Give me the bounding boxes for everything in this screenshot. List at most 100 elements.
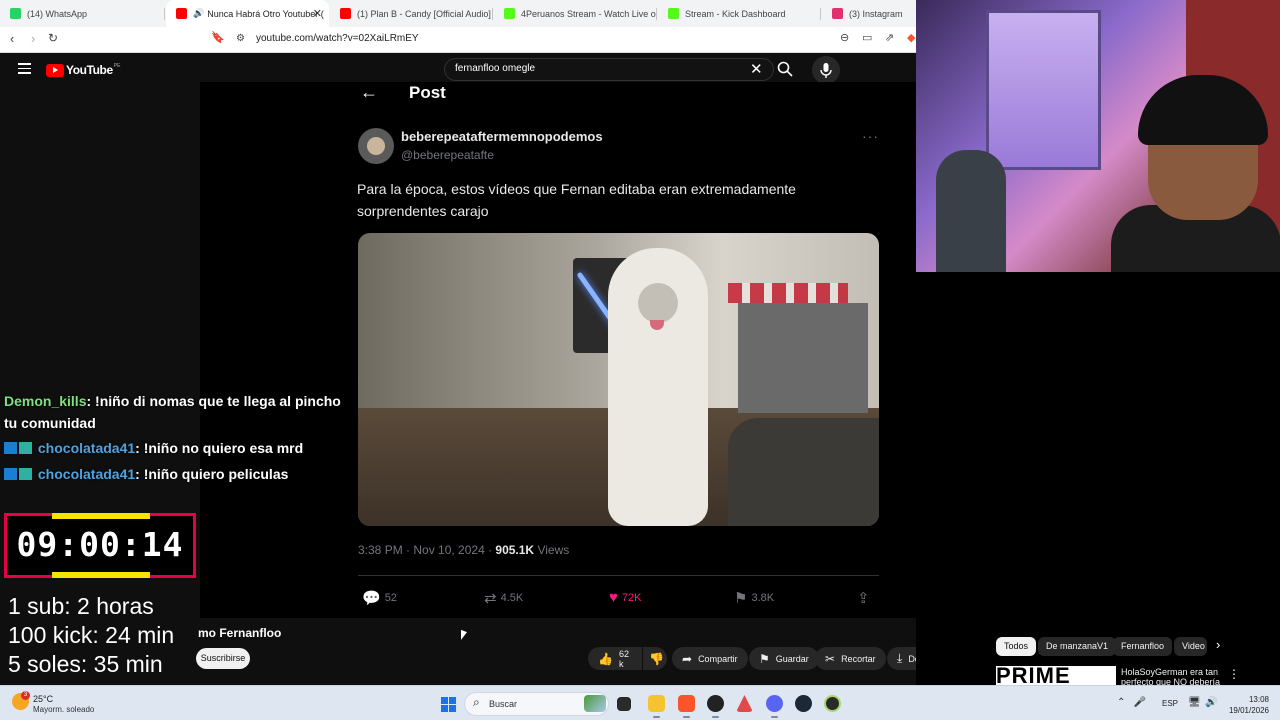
weather-description[interactable]: Mayorm. soleado xyxy=(33,705,94,714)
volume-icon[interactable]: 🔊 xyxy=(1205,697,1217,708)
clear-search-icon[interactable]: ✕ xyxy=(750,60,763,78)
tab-whatsapp[interactable]: (14) WhatsApp xyxy=(0,0,165,27)
youtube-icon xyxy=(340,8,351,19)
tab-instagram[interactable]: (3) Instagram xyxy=(822,0,916,27)
share-stat: ⇪ xyxy=(857,589,870,607)
reco-title[interactable]: HolaSoyGerman era tan perfecto que NO de… xyxy=(1121,667,1221,685)
chat-username: chocolatada41 xyxy=(37,440,136,456)
discord-icon[interactable] xyxy=(766,695,783,718)
reply-icon: 💬 xyxy=(362,590,381,607)
zoom-icon[interactable]: ⊖ xyxy=(840,31,849,44)
cast-icon[interactable]: ▭ xyxy=(862,31,872,44)
chevron-right-icon[interactable]: › xyxy=(1216,637,1220,652)
post-meta: 3:38 PM · Nov 10, 2024 · 905.1K Views xyxy=(358,543,569,557)
tab-title: (14) WhatsApp xyxy=(27,8,88,19)
badge-icon xyxy=(4,442,17,454)
timer-value: 09:00:14 xyxy=(16,525,184,564)
address-bar-row: ‹ › ↻ 🔖 ⚙ youtube.com/watch?v=02XaiLRmEY… xyxy=(0,27,916,53)
post-views-count: 905.1K xyxy=(495,543,535,557)
forward-icon[interactable]: › xyxy=(31,31,35,46)
file-explorer-icon[interactable] xyxy=(648,695,665,718)
like-button[interactable]: 👍 62 k xyxy=(588,647,642,670)
app-icon[interactable] xyxy=(824,695,841,712)
chat-message: chocolatada41: !niño quiero peliculas xyxy=(4,463,288,485)
chat-message: Demon_kills: !niño di nomas que te llega… xyxy=(4,390,349,434)
tab-title: (3) Instagram xyxy=(849,8,903,19)
divider xyxy=(358,575,879,576)
clock-date: 19/01/2026 xyxy=(1228,706,1269,715)
sidebar-area xyxy=(916,272,1280,685)
save-button[interactable]: ⚑ Guardar xyxy=(749,647,819,670)
tab-title: Nunca Habrá Otro Youtuber ( xyxy=(207,8,324,19)
dislike-button[interactable]: 👎 xyxy=(643,647,667,670)
windows-start-icon[interactable] xyxy=(441,697,456,712)
site-info-icon[interactable]: ⚙ xyxy=(236,33,245,44)
voice-search-button[interactable] xyxy=(812,56,840,84)
language-indicator[interactable]: ESP xyxy=(1162,699,1178,708)
chip-all[interactable]: Todos xyxy=(996,637,1037,656)
tab-youtube-active[interactable]: 🔊 Nunca Habrá Otro Youtuber ( ✕ xyxy=(166,0,329,27)
search-icon[interactable] xyxy=(777,61,793,77)
logo-text: YouTube xyxy=(66,63,113,77)
tab-title: (1) Plan B - Candy [Official Audio] - Y xyxy=(357,8,493,19)
brave-browser-icon[interactable] xyxy=(678,695,695,718)
steam-icon[interactable] xyxy=(795,695,812,712)
scissors-icon: ✂ xyxy=(825,651,836,666)
more-vert-icon[interactable]: ⋮ xyxy=(1228,667,1240,681)
share-label: Compartir xyxy=(698,653,738,664)
more-options-icon: ··· xyxy=(862,128,879,144)
youtube-play-icon xyxy=(46,63,64,77)
notification-badge: 3 xyxy=(21,691,30,700)
weather-temperature[interactable]: 25°C xyxy=(33,694,53,704)
reco-thumbnail[interactable]: PRIME xyxy=(996,666,1116,685)
system-tray-icons[interactable]: ⌃ 🎤 xyxy=(1117,697,1146,708)
post-header: Post xyxy=(409,83,446,102)
download-icon: ⤓ xyxy=(897,651,903,665)
youtube-logo[interactable]: YouTube PE xyxy=(46,63,120,77)
post-handle: @beberepeatafte xyxy=(401,148,494,162)
share-button[interactable]: ➦ Compartir xyxy=(672,647,748,670)
url-field[interactable]: youtube.com/watch?v=02XaiLRmEY xyxy=(256,33,419,44)
bookmark-icon: ⚑ xyxy=(734,590,748,607)
tab-title: 4Peruanos Stream - Watch Live on Ki xyxy=(521,8,657,19)
youtube-icon xyxy=(176,8,187,19)
like-stat: ♥ 72K xyxy=(609,589,641,606)
brave-icon[interactable]: ◆ xyxy=(907,31,915,44)
share-icon[interactable]: ⇗ xyxy=(885,31,894,44)
obs-icon[interactable] xyxy=(707,695,724,718)
back-icon[interactable]: ‹ xyxy=(10,31,14,46)
task-view-icon[interactable] xyxy=(617,697,631,711)
goal-line: 100 kick: 24 min xyxy=(8,622,175,648)
back-arrow-icon: ← xyxy=(360,82,378,102)
chat-username: Demon_kills xyxy=(4,393,87,409)
kick-icon xyxy=(668,8,679,19)
search-input[interactable]: fernanfloo omegle xyxy=(455,63,535,74)
close-tab-icon[interactable]: ✕ xyxy=(313,7,322,20)
thumbnail-text: PRIME xyxy=(996,666,1071,685)
taskbar-clock[interactable]: 13:08 19/01/2026 xyxy=(1225,694,1269,716)
search-highlight-icon xyxy=(584,695,606,712)
chip-de-manzana[interactable]: De manzanaV1 xyxy=(1038,637,1117,656)
tab-kick-watch[interactable]: 4Peruanos Stream - Watch Live on Ki xyxy=(494,0,657,27)
save-icon: ⚑ xyxy=(759,651,770,666)
goal-line: 5 soles: 35 min xyxy=(8,651,163,677)
bookmark-icon[interactable]: 🔖 xyxy=(211,31,225,44)
save-label: Guardar xyxy=(775,653,809,664)
menu-icon[interactable] xyxy=(18,63,31,74)
chip-video[interactable]: Video xyxy=(1174,637,1207,656)
share-icon: ➦ xyxy=(682,651,693,666)
post-username: beberepeataftermemnopodemos xyxy=(401,129,603,144)
avatar xyxy=(358,128,394,164)
clip-button[interactable]: ✂ Recortar xyxy=(815,647,886,670)
chat-message: chocolatada41: !niño no quiero esa mrd xyxy=(4,437,303,459)
taskbar-search-placeholder[interactable]: Buscar xyxy=(489,699,517,709)
goal-line: 1 sub: 2 horas xyxy=(8,593,154,619)
network-icon[interactable]: 🖥 xyxy=(1188,697,1201,708)
chip-fernanfloo[interactable]: Fernanfloo xyxy=(1113,637,1173,656)
tab-plan-b[interactable]: (1) Plan B - Candy [Official Audio] - Y xyxy=(330,0,493,27)
tab-kick-dashboard[interactable]: Stream - Kick Dashboard xyxy=(658,0,821,27)
repost-icon: ⇄ xyxy=(484,590,497,607)
subscribe-button[interactable]: Suscribirse xyxy=(196,648,250,669)
reload-icon[interactable]: ↻ xyxy=(48,31,58,45)
repost-count: 4.5K xyxy=(500,592,524,604)
